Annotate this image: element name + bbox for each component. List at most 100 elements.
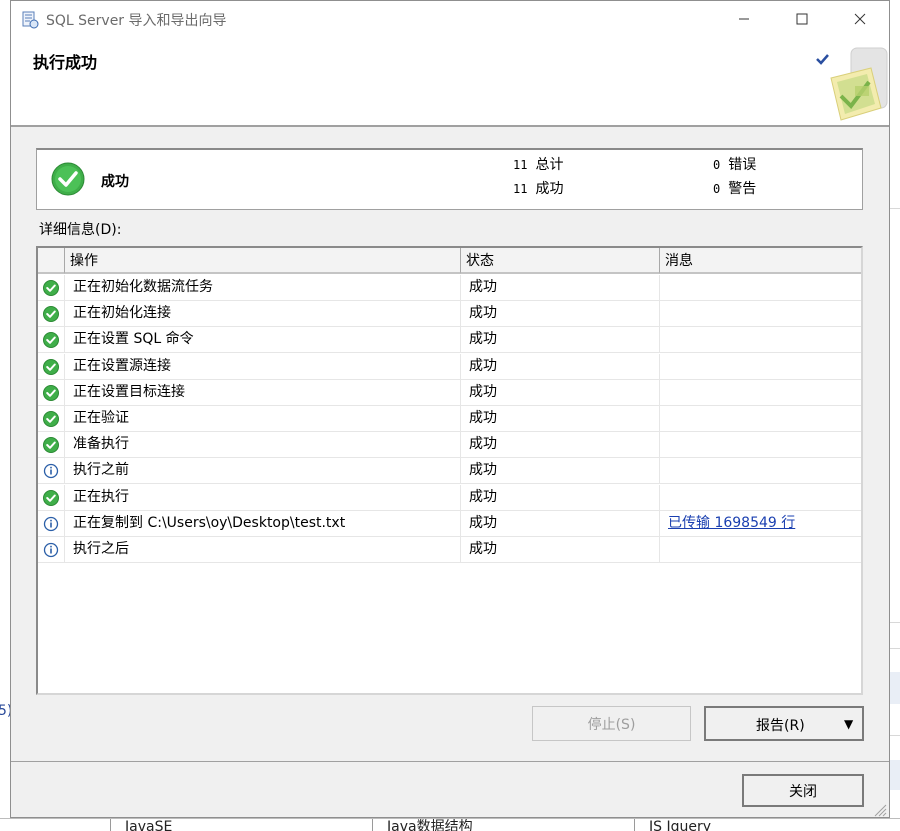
total-count: 11 [513, 158, 528, 172]
close-button[interactable]: 关闭 [742, 774, 864, 807]
error-stat: 0 错误 [713, 155, 756, 175]
row-message [660, 301, 861, 327]
row-message [660, 354, 861, 380]
table-header: 操作 状态 消息 [38, 248, 861, 274]
error-label: 错误 [728, 157, 757, 173]
minimize-button[interactable] [721, 1, 767, 41]
row-action: 正在初始化数据流任务 [65, 275, 461, 301]
success-count: 11 [513, 182, 528, 196]
report-button[interactable]: 报告(R) ▼ [704, 706, 864, 741]
row-action: 正在设置 SQL 命令 [65, 327, 461, 354]
table-row[interactable]: 执行之后 成功 [38, 537, 861, 563]
row-message [660, 458, 861, 484]
row-message-link[interactable]: 已传输 1698549 行 [668, 515, 795, 531]
row-message [660, 537, 861, 563]
summary-panel: 成功 11 总计 11 成功 0 错误 0 警告 [36, 148, 863, 210]
table-row[interactable]: 正在初始化连接 成功 [38, 301, 861, 328]
warning-count: 0 [713, 182, 721, 196]
row-status: 成功 [461, 458, 660, 485]
table-row[interactable]: 准备执行 成功 [38, 432, 861, 459]
row-action: 正在设置目标连接 [65, 379, 461, 406]
table-row[interactable]: 正在初始化数据流任务 成功 [38, 275, 861, 301]
error-count: 0 [713, 158, 721, 172]
success-icon [38, 432, 65, 459]
total-label: 总计 [535, 157, 564, 173]
row-action: 执行之前 [65, 458, 461, 485]
success-icon [38, 379, 65, 406]
row-message [660, 432, 861, 458]
row-action: 正在验证 [65, 406, 461, 432]
background-window-edge [890, 0, 900, 831]
info-icon [38, 537, 65, 563]
table-row[interactable]: 正在设置源连接 成功 [38, 353, 861, 380]
window-title: SQL Server 导入和导出向导 [46, 13, 227, 29]
empty-row [38, 589, 861, 615]
row-message [660, 485, 861, 511]
row-status: 成功 [461, 510, 660, 537]
background-cell: Java数据结构 [372, 819, 634, 831]
wizard-dialog: SQL Server 导入和导出向导 执行成功 成功 11 总计 11 成功 0… [10, 0, 890, 818]
summary-status: 成功 [101, 174, 129, 190]
stop-button[interactable]: 停止(S) [532, 706, 691, 741]
page-header: 执行成功 [11, 41, 889, 127]
column-header-icon[interactable] [38, 248, 65, 274]
success-icon [38, 353, 65, 380]
page-title: 执行成功 [33, 53, 98, 72]
warning-stat: 0 警告 [713, 179, 756, 199]
empty-row [38, 668, 861, 693]
success-icon [38, 484, 65, 511]
row-action: 准备执行 [65, 432, 461, 459]
background-text-fragment: 5) [0, 703, 12, 719]
column-header-status[interactable]: 状态 [461, 248, 660, 274]
row-action: 正在初始化连接 [65, 301, 461, 328]
success-icon [38, 275, 65, 301]
background-table-strip: JavaSE Java数据结构 JS Jquery [0, 818, 900, 831]
details-label: 详细信息(D): [39, 222, 122, 238]
table-row[interactable]: 正在验证 成功 [38, 406, 861, 432]
table-row[interactable]: 正在设置 SQL 命令 成功 [38, 327, 861, 354]
row-status: 成功 [461, 484, 660, 511]
close-icon [854, 13, 866, 29]
checkmark-sheet-graphic [811, 46, 889, 126]
row-status: 成功 [461, 275, 660, 301]
maximize-icon [796, 13, 808, 29]
report-button-label: 报告(R) [756, 718, 805, 734]
table-row[interactable]: 正在执行 成功 [38, 484, 861, 511]
row-message [660, 406, 861, 432]
title-bar[interactable]: SQL Server 导入和导出向导 [11, 1, 889, 41]
row-status: 成功 [461, 537, 660, 563]
empty-row [38, 642, 861, 668]
row-status: 成功 [461, 327, 660, 354]
success-label: 成功 [535, 181, 564, 197]
row-action: 正在执行 [65, 484, 461, 511]
row-message [660, 380, 861, 406]
dropdown-arrow-icon[interactable]: ▼ [844, 717, 853, 731]
success-icon [38, 327, 65, 354]
row-message [660, 275, 861, 301]
row-status: 成功 [461, 301, 660, 328]
table-row[interactable]: 正在设置目标连接 成功 [38, 379, 861, 406]
empty-row [38, 616, 861, 642]
success-stat: 11 成功 [513, 179, 563, 199]
table-row[interactable]: 执行之前 成功 [38, 458, 861, 485]
close-window-button[interactable] [837, 1, 883, 41]
success-icon [38, 406, 65, 432]
row-status: 成功 [461, 379, 660, 406]
row-action: 正在复制到 C:\Users\oy\Desktop\test.txt [65, 510, 461, 537]
success-icon [38, 301, 65, 328]
column-header-message[interactable]: 消息 [660, 248, 861, 274]
row-status: 成功 [461, 406, 660, 432]
table-row[interactable]: 正在复制到 C:\Users\oy\Desktop\test.txt 成功 已传输 … [38, 510, 861, 537]
details-table[interactable]: 操作 状态 消息 正在初始化数据流任务 成功 正在初始化连接 成功 正在设置 SQL 命… [36, 246, 863, 695]
total-stat: 11 总计 [513, 155, 563, 175]
row-action: 执行之后 [65, 537, 461, 563]
row-status: 成功 [461, 353, 660, 380]
wizard-app-icon [21, 11, 39, 29]
maximize-button[interactable] [779, 1, 825, 41]
resize-grip-icon[interactable] [871, 801, 887, 817]
background-cell: JS Jquery [634, 819, 896, 831]
row-status: 成功 [461, 432, 660, 459]
column-header-action[interactable]: 操作 [65, 248, 461, 274]
row-message [660, 327, 861, 353]
warning-label: 警告 [728, 181, 757, 197]
